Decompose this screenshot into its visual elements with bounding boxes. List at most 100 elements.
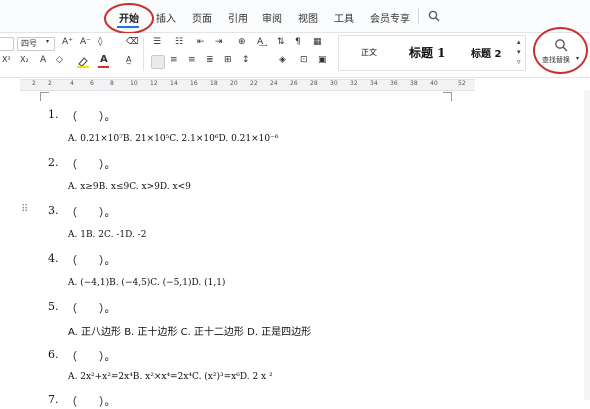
question-options: A. 正八边形 B. 正十边形 C. 正十二边形 D. 正是四边形 [68,327,312,338]
question-number: 4. [48,252,59,265]
ruler-tick: 30 [330,80,338,87]
align-left-icon[interactable] [151,55,165,69]
styles-gallery: 正文 标题 1 标题 2 ▴ ▾ ▿ [338,35,526,71]
ruler-tick: 26 [290,80,298,87]
increase-indent-icon[interactable]: ⇥ [215,37,223,47]
char-border-icon[interactable]: A̲ [126,55,131,64]
ruler-tick: 36 [390,80,398,87]
ruler-tick: 32 [350,80,358,87]
ruler-tick: 52 [458,80,466,87]
question-number: 3. [48,204,59,217]
question-number: 5. [48,300,59,313]
ruler-tick: 2 [48,80,52,87]
show-marks-icon[interactable]: ¶ [295,37,301,47]
ribbon-tab-bar: 开始 插入 页面 引用 审阅 视图 工具 会员专享 [0,0,590,33]
asian-layout-icon[interactable]: A͢ [257,37,263,47]
search-icon[interactable] [428,10,440,22]
question-bracket: （ ）。 [66,302,116,315]
clear-format-icon[interactable]: ⌫ [126,37,139,47]
tab-view[interactable]: 视图 [298,10,318,25]
highlight-icon[interactable] [76,56,90,68]
question-options: A. (−4,1)B. (−4,5)C. (−5,1)D. (1,1) [68,278,226,288]
tab-page[interactable]: 页面 [192,10,212,25]
tab-member[interactable]: 会员专享 [370,10,410,25]
question-options: A. 1B. 2C. -1D. -2 [68,230,147,240]
question-bracket: （ ）。 [66,158,116,171]
sort-icon[interactable]: ⇅ [277,37,285,47]
question-bracket: （ ）。 [66,395,116,408]
subscript-icon[interactable]: X₂ [20,55,29,64]
question-bracket: （ ）。 [66,254,116,267]
annotation-circle-home-tab [104,3,154,34]
question-number: 1. [48,108,59,121]
question-bracket: （ ）。 [66,110,116,123]
numbered-list-icon[interactable]: ☷ [175,37,183,47]
divider [418,8,419,24]
font-size-select[interactable]: 四号 ▾ [17,37,55,51]
tab-references[interactable]: 引用 [228,10,248,25]
border-icon[interactable]: ⊡ [300,55,308,65]
document-page[interactable]: 1. （ ）。 A. 0.21×10⁷B. 21×10⁵C. 2.1×10⁶D.… [0,90,590,408]
margin-corner [443,92,452,101]
question-number: 2. [48,156,59,169]
distribute-icon[interactable]: ⊞ [224,55,232,65]
vertical-scrollbar[interactable] [584,90,590,400]
style-normal[interactable]: 正文 [361,47,377,58]
style-heading-1[interactable]: 标题 1 [409,44,446,61]
font-name-select[interactable] [0,37,14,51]
text-direction-icon[interactable]: ⊕ [238,37,246,47]
style-heading-2[interactable]: 标题 2 [471,45,501,60]
ruler-tick: 22 [250,80,258,87]
ruler-tick: 10 [130,80,138,87]
ruler-tick: 18 [210,80,218,87]
tab-tools[interactable]: 工具 [334,10,354,25]
margin-corner [40,92,49,101]
chevron-down-icon[interactable]: ▾ [517,48,521,56]
ruler-tick: 6 [90,80,94,87]
question-options: A. x≥9B. x≤9C. x>9D. x<9 [68,182,191,192]
decrease-indent-icon[interactable]: ⇤ [197,37,205,47]
gallery-more-icon[interactable]: ▿ [517,58,521,66]
change-case-icon[interactable]: ◊ [98,37,102,47]
chevron-up-icon[interactable]: ▴ [517,38,521,46]
font-size-value: 四号 [21,39,37,48]
question-options: A. 0.21×10⁷B. 21×10⁵C. 2.1×10⁶D. 0.21×10… [68,134,279,144]
ruler-tick: 16 [190,80,198,87]
divider [143,37,144,71]
tab-review[interactable]: 审阅 [262,10,282,25]
question-bracket: （ ）。 [66,206,116,219]
bullet-list-icon[interactable]: ☰ [153,37,161,47]
ruler-tick: 40 [430,80,438,87]
ruler-tick: 38 [410,80,418,87]
shading-icon[interactable]: ◈ [279,55,286,65]
chevron-down-icon: ▾ [46,38,50,45]
font-color-icon[interactable]: A [100,54,108,65]
align-center-icon[interactable]: ≡ [170,55,178,65]
ruler-tick: 14 [170,80,178,87]
question-options: A. 2x²+x²=2x⁴B. x²×x⁴=2x⁴C. (x²)³=x⁶D. 2… [68,372,273,382]
tab-insert[interactable]: 插入 [156,10,176,25]
table-icon[interactable]: ▦ [313,37,322,47]
text-effect-icon[interactable]: A [40,55,46,65]
font-effect-icon[interactable]: ◇ [56,55,63,65]
justify-icon[interactable]: ≣ [206,55,214,65]
ruler-tick: 28 [310,80,318,87]
ruler-tick: 12 [150,80,158,87]
ruler-tick: 2 [32,80,36,87]
grid-icon[interactable]: ▣ [318,55,327,65]
shrink-font-icon[interactable]: A⁻ [80,37,91,47]
ruler-tick: 4 [70,80,74,87]
annotation-circle-find [533,27,588,74]
ruler-tick: 8 [110,80,114,87]
question-bracket: （ ）。 [66,350,116,363]
grow-font-icon[interactable]: A⁺ [62,37,73,47]
question-number: 6. [48,348,59,361]
align-right-icon[interactable]: ≡ [188,55,196,65]
drag-handle-icon[interactable]: ⠿ [21,204,28,215]
ruler-tick: 34 [370,80,378,87]
line-spacing-icon[interactable]: ↕ [242,55,250,65]
superscript-icon[interactable]: X² [2,55,11,64]
ruler-tick: 24 [270,80,278,87]
font-color-bar [98,66,109,68]
ruler-tick: 20 [230,80,238,87]
